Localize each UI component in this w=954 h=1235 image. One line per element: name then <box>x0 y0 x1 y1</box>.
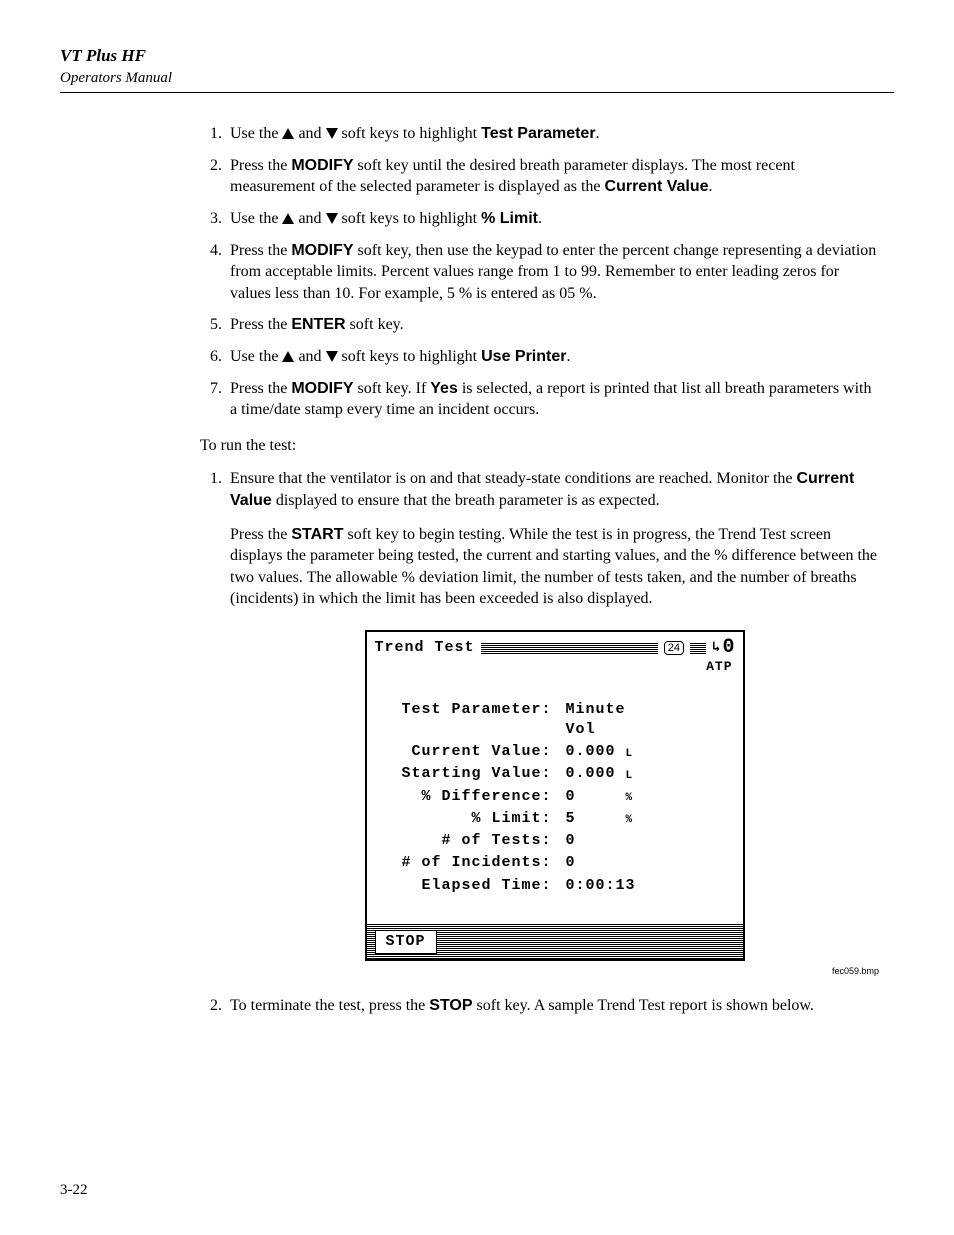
device-row-value: 0 <box>566 853 626 873</box>
device-row: Elapsed Time:0:00:13 <box>387 876 723 896</box>
device-row-label: # of Incidents: <box>387 853 566 873</box>
step-7: Press the MODIFY soft key. If Yes is sel… <box>226 378 879 421</box>
bold-yes: Yes <box>430 380 458 397</box>
hatch-icon <box>481 642 658 654</box>
step-2: Press the MODIFY soft key until the desi… <box>226 155 879 198</box>
device-screen: Trend Test 24 ↳ 0 ATP Test Parameter:Min… <box>365 630 745 961</box>
bold-use-printer: Use Printer <box>481 348 566 365</box>
device-row-label: Current Value: <box>387 742 566 762</box>
device-title: Trend Test <box>375 638 475 658</box>
device-row-unit: % <box>626 791 634 807</box>
device-row-unit: L <box>626 747 634 763</box>
device-row-label: Starting Value: <box>387 764 566 784</box>
up-arrow-icon <box>282 351 294 362</box>
main-content: Use the and soft keys to highlight Test … <box>200 123 879 1017</box>
down-arrow-icon <box>326 128 338 139</box>
step-4: Press the MODIFY soft key, then use the … <box>226 240 879 305</box>
bold-modify: MODIFY <box>291 380 353 397</box>
bold-pct-limit: % Limit <box>481 210 538 227</box>
device-figure: Trend Test 24 ↳ 0 ATP Test Parameter:Min… <box>230 630 879 961</box>
device-row-unit: % <box>626 813 634 829</box>
device-row: Starting Value:0.000L <box>387 764 723 784</box>
bold-start: START <box>291 526 343 543</box>
figure-caption: fec059.bmp <box>230 965 879 977</box>
device-body: Test Parameter:Minute VolCurrent Value:0… <box>367 678 743 924</box>
device-row: % Limit:5% <box>387 809 723 829</box>
up-arrow-icon <box>282 128 294 139</box>
down-arrow-icon <box>326 351 338 362</box>
device-header-right: ↳ 0 <box>712 638 734 658</box>
device-row-label: Test Parameter: <box>387 700 566 741</box>
up-arrow-icon <box>282 213 294 224</box>
page-number: 3-22 <box>60 1180 88 1200</box>
device-atp: ATP <box>367 658 743 678</box>
device-row-label: Elapsed Time: <box>387 876 566 896</box>
device-row-value: 0.000 <box>566 764 626 784</box>
device-row-label: # of Tests: <box>387 831 566 851</box>
device-zero: 0 <box>722 638 734 658</box>
bold-modify: MODIFY <box>291 242 353 259</box>
run-step-2: To terminate the test, press the STOP so… <box>226 995 879 1017</box>
bold-stop: STOP <box>429 997 472 1014</box>
page-header: VT Plus HF Operators Manual <box>60 45 894 93</box>
device-row-value: 0.000 <box>566 742 626 762</box>
run-step-1-para2: Press the START soft key to begin testin… <box>230 524 879 610</box>
bold-enter: ENTER <box>291 316 345 333</box>
device-row-value: 5 <box>566 809 626 829</box>
header-subtitle: Operators Manual <box>60 68 894 88</box>
device-row-value: 0 <box>566 831 626 851</box>
run-intro: To run the test: <box>200 435 879 457</box>
device-badge: 24 <box>664 641 684 655</box>
device-row: % Difference:0% <box>387 787 723 807</box>
run-steps-list: Ensure that the ventilator is on and tha… <box>200 468 879 1017</box>
step-1: Use the and soft keys to highlight Test … <box>226 123 879 145</box>
device-row-value: Minute Vol <box>566 700 626 741</box>
step-5: Press the ENTER soft key. <box>226 314 879 336</box>
header-title: VT Plus HF <box>60 45 894 68</box>
device-row-value: 0 <box>566 787 626 807</box>
stop-softkey[interactable]: STOP <box>375 930 437 954</box>
setup-steps-list: Use the and soft keys to highlight Test … <box>200 123 879 421</box>
hatch-icon <box>690 642 706 654</box>
bold-modify: MODIFY <box>291 157 353 174</box>
down-arrow-icon <box>326 213 338 224</box>
device-titlebar: Trend Test 24 ↳ 0 <box>367 632 743 658</box>
run-step-1: Ensure that the ventilator is on and tha… <box>226 468 879 977</box>
arrow-icon: ↳ <box>712 641 720 655</box>
device-row: # of Tests:0 <box>387 831 723 851</box>
device-row: Test Parameter:Minute Vol <box>387 700 723 741</box>
device-row-label: % Difference: <box>387 787 566 807</box>
device-row-unit: L <box>626 769 634 785</box>
device-row-value: 0:00:13 <box>566 876 626 896</box>
bold-test-parameter: Test Parameter <box>481 125 595 142</box>
device-row: # of Incidents:0 <box>387 853 723 873</box>
device-softkey-bar: STOP <box>367 924 743 959</box>
device-row: Current Value:0.000L <box>387 742 723 762</box>
step-6: Use the and soft keys to highlight Use P… <box>226 346 879 368</box>
device-row-label: % Limit: <box>387 809 566 829</box>
step-3: Use the and soft keys to highlight % Lim… <box>226 208 879 230</box>
bold-current-value: Current Value <box>605 178 709 195</box>
